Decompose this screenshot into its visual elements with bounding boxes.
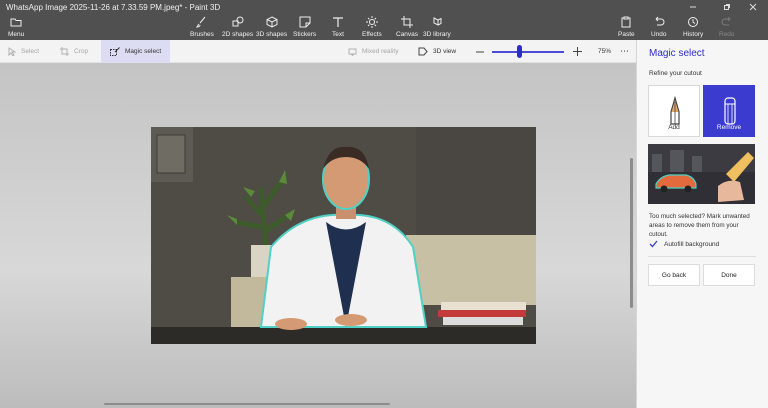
add-label: Add (668, 124, 680, 131)
crop-tool[interactable]: Crop (60, 40, 94, 63)
text-icon (331, 15, 345, 29)
photo-canvas[interactable] (151, 127, 536, 344)
effects-tool[interactable]: Effects (362, 15, 382, 38)
remove-illustration (648, 144, 755, 204)
panel-subtitle: Refine your cutout (649, 70, 702, 77)
selection-toolbar: Select Crop Magic select Mixed reality 3… (0, 40, 636, 63)
panel-title: Magic select (649, 48, 705, 59)
remove-hint: Too much selected? Mark unwanted areas t… (649, 213, 750, 238)
magic-select-panel: Magic select Refine your cutout Add Remo… (636, 40, 768, 408)
canvas-area[interactable] (0, 63, 636, 408)
cursor-icon (8, 47, 16, 56)
3d-view-icon (418, 47, 428, 56)
more-options-button[interactable]: ⋯ (620, 40, 629, 63)
3d-view-button[interactable]: 3D view (418, 40, 456, 63)
3d-shapes-label: 3D shapes (256, 31, 288, 38)
3d-view-label: 3D view (433, 48, 457, 55)
horizontal-scrollbar[interactable] (104, 403, 390, 405)
select-label: Select (21, 48, 40, 55)
paste-button[interactable]: Paste (618, 15, 635, 38)
remove-button[interactable]: Remove (703, 85, 755, 137)
crop-label: Crop (74, 48, 89, 55)
autofill-background-toggle[interactable]: Autofill background (649, 240, 719, 248)
go-back-button[interactable]: Go back (648, 264, 700, 286)
minimize-icon (690, 6, 696, 8)
close-button[interactable] (738, 0, 768, 14)
zoom-out-button[interactable] (476, 40, 484, 63)
canvas-tool[interactable]: Canvas (396, 15, 418, 38)
brushes-label: Brushes (190, 31, 214, 38)
brush-icon (195, 15, 209, 29)
checkmark-icon (649, 240, 658, 248)
plus-icon (573, 47, 582, 56)
photo-image (151, 127, 536, 344)
vertical-scrollbar[interactable] (630, 158, 633, 308)
redo-label: Redo (719, 31, 735, 38)
3d-library-label: 3D library (423, 31, 451, 38)
mixed-reality-icon (348, 48, 357, 56)
redo-icon (720, 15, 734, 29)
window-title: WhatsApp Image 2025-11-26 at 7.33.59 PM.… (6, 3, 221, 12)
stickers-tool[interactable]: Stickers (293, 15, 316, 38)
zoom-value: 75% (598, 48, 612, 55)
paste-label: Paste (618, 31, 635, 38)
undo-button[interactable]: Undo (651, 15, 667, 38)
effects-icon (365, 15, 379, 29)
undo-label: Undo (651, 31, 667, 38)
history-icon (686, 15, 700, 29)
undo-icon (652, 15, 666, 29)
done-button[interactable]: Done (703, 264, 755, 286)
panel-divider (648, 256, 756, 257)
2d-shapes-tool[interactable]: 2D shapes (222, 15, 253, 38)
more-icon: ⋯ (620, 46, 629, 56)
redo-button[interactable]: Redo (719, 15, 735, 38)
stickers-label: Stickers (293, 31, 317, 38)
done-label: Done (721, 271, 737, 279)
go-back-label: Go back (661, 271, 687, 279)
folder-icon (9, 15, 23, 29)
crop-icon (60, 47, 69, 56)
3d-library-tool[interactable]: 3D library (423, 15, 451, 38)
3d-shapes-icon (265, 15, 279, 29)
close-icon (749, 3, 757, 11)
ribbon: WhatsApp Image 2025-11-26 at 7.33.59 PM.… (0, 0, 768, 40)
zoom-slider[interactable] (492, 51, 564, 53)
history-button[interactable]: History (683, 15, 703, 38)
select-tool[interactable]: Select (8, 40, 48, 63)
2d-shapes-label: 2D shapes (222, 31, 254, 38)
paste-icon (619, 15, 633, 29)
magic-select-tool[interactable]: Magic select (101, 40, 170, 63)
minimize-button[interactable] (678, 0, 708, 14)
autofill-label: Autofill background (664, 240, 720, 248)
mixed-reality-label: Mixed reality (362, 48, 399, 55)
canvas-label: Canvas (396, 31, 419, 38)
zoom-slider-thumb[interactable] (517, 45, 522, 58)
3d-library-icon (430, 15, 444, 29)
title-bar: WhatsApp Image 2025-11-26 at 7.33.59 PM.… (0, 0, 768, 14)
brushes-tool[interactable]: Brushes (190, 15, 214, 38)
text-label: Text (332, 31, 344, 38)
add-button[interactable]: Add (648, 85, 700, 137)
minus-icon (476, 51, 484, 52)
menu-button[interactable]: Menu (8, 15, 24, 38)
canvas-icon (400, 15, 414, 29)
stickers-icon (298, 15, 312, 29)
zoom-level[interactable]: 75% (598, 40, 611, 63)
remove-label: Remove (716, 124, 742, 131)
text-tool[interactable]: Text (331, 15, 345, 38)
restore-icon (724, 4, 730, 10)
effects-label: Effects (362, 31, 382, 38)
zoom-in-button[interactable] (573, 40, 582, 63)
2d-shapes-icon (231, 15, 245, 29)
history-label: History (683, 31, 704, 38)
magic-select-icon (110, 46, 120, 56)
mixed-reality-button[interactable]: Mixed reality (348, 40, 398, 63)
3d-shapes-tool[interactable]: 3D shapes (256, 15, 287, 38)
magic-select-label: Magic select (125, 48, 162, 55)
menu-label: Menu (8, 31, 25, 38)
